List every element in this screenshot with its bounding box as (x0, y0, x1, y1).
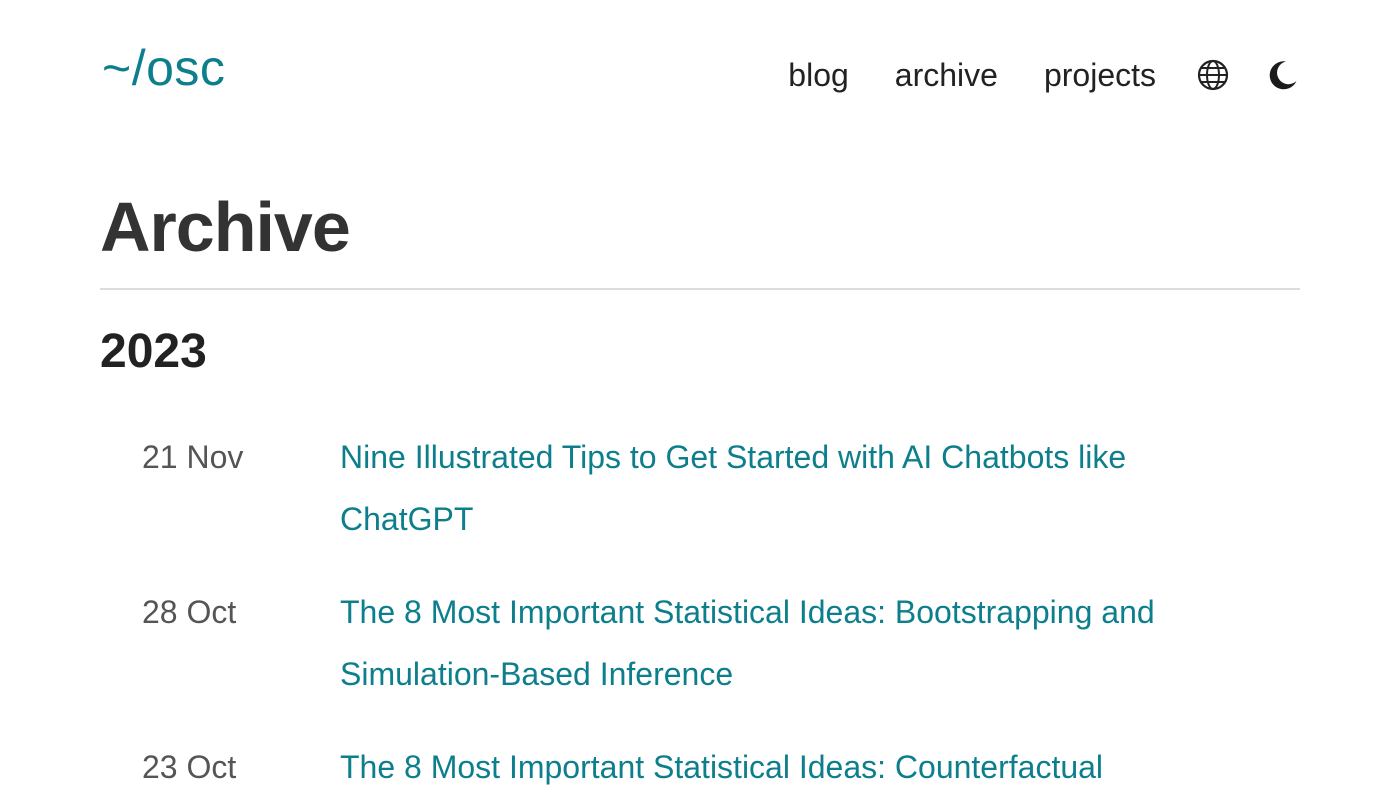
post-list: 21 Nov Nine Illustrated Tips to Get Star… (100, 426, 1300, 800)
title-divider (100, 288, 1300, 290)
nav-item-blog[interactable]: blog (788, 50, 849, 100)
main-nav: blog archive projects (788, 50, 1300, 100)
post-item: 23 Oct The 8 Most Important Statistical … (100, 736, 1300, 798)
post-date: 23 Oct (142, 749, 237, 785)
globe-icon[interactable] (1196, 58, 1230, 92)
nav-item-archive[interactable]: archive (895, 50, 998, 100)
nav-item-projects[interactable]: projects (1044, 50, 1156, 100)
page-title: Archive (100, 188, 351, 266)
post-title-link[interactable]: The 8 Most Important Statistical Ideas: … (340, 581, 1240, 705)
post-date: 28 Oct (142, 594, 237, 630)
site-logo[interactable]: ~/osc (102, 38, 225, 98)
year-heading: 2023 (100, 325, 207, 378)
post-item: 21 Nov Nine Illustrated Tips to Get Star… (100, 426, 1300, 550)
archive-page: ~/osc blog archive projects Archive 2023 (0, 0, 1400, 800)
post-item: 28 Oct The 8 Most Important Statistical … (100, 581, 1300, 705)
post-date: 21 Nov (142, 439, 244, 475)
moon-icon[interactable] (1266, 58, 1300, 92)
post-title-link[interactable]: Nine Illustrated Tips to Get Started wit… (340, 426, 1240, 550)
post-title-link[interactable]: The 8 Most Important Statistical Ideas: … (340, 736, 1240, 798)
site-header: ~/osc blog archive projects (100, 0, 1300, 150)
